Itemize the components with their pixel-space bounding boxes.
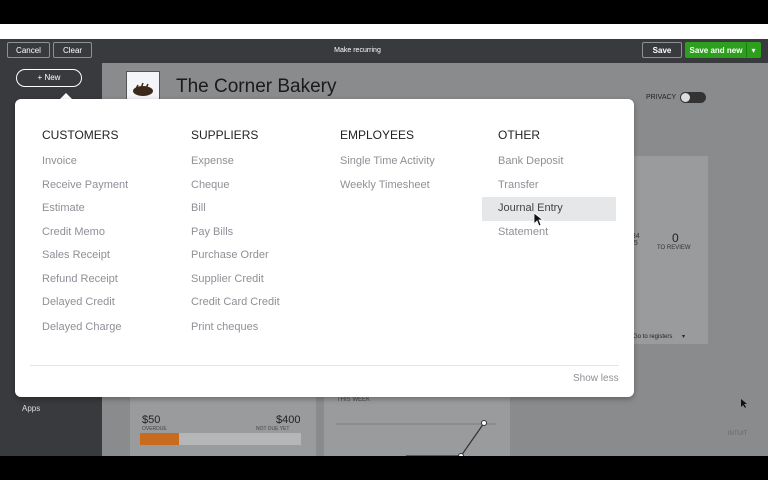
overdue-amount: $50 [142,414,161,426]
pointer-icon [741,399,747,408]
chevron-down-icon: ▾ [682,334,686,340]
menu-item-bank-deposit[interactable]: Bank Deposit [498,155,563,167]
menu-item-single-time-activity[interactable]: Single Time Activity [340,155,435,167]
save-options-chevron-down-icon[interactable]: ▾ [746,42,761,58]
menu-item-sales-receipt[interactable]: Sales Receipt [42,249,110,261]
column-heading-customers: CUSTOMERS [42,128,119,142]
privacy-label: PRIVACY [646,94,677,101]
form-toolbar: Cancel Clear Make recurring Save Save an… [0,39,768,63]
column-heading-suppliers: SUPPLIERS [191,128,259,142]
intuit-watermark: INTUIT [728,431,748,437]
menu-item-estimate[interactable]: Estimate [42,202,85,214]
go-to-registers-label: Go to registers [633,334,673,340]
menu-item-statement[interactable]: Statement [498,226,548,238]
not-due-label: NOT DUE YET [256,426,290,432]
privacy-toggle[interactable] [680,92,706,103]
new-button[interactable]: + New [16,69,82,87]
to-review-count: 0 [672,231,679,245]
menu-item-credit-memo[interactable]: Credit Memo [42,226,105,238]
column-heading-employees: EMPLOYEES [340,128,415,142]
not-due-amount: $400 [276,414,301,426]
overdue-label: OVERDUE [142,426,167,432]
menu-item-transfer[interactable]: Transfer [498,179,539,191]
menu-item-journal-entry[interactable]: Journal Entry [498,202,563,214]
profit-line-chart [336,420,496,456]
menu-item-receive-payment[interactable]: Receive Payment [42,179,128,191]
company-name: The Corner Bakery [176,76,337,97]
menu-item-cheque[interactable]: Cheque [191,179,230,191]
menu-item-print-cheques[interactable]: Print cheques [191,321,258,333]
menu-item-delayed-charge[interactable]: Delayed Charge [42,321,122,333]
menu-item-bill[interactable]: Bill [191,202,206,214]
menu-item-delayed-credit[interactable]: Delayed Credit [42,296,115,308]
menu-item-supplier-credit[interactable]: Supplier Credit [191,273,264,285]
to-review-label: TO REVIEW [657,245,691,251]
clear-button[interactable]: Clear [53,42,92,58]
chart-point [481,420,487,426]
sidebar-item-apps[interactable]: Apps [22,404,40,413]
go-to-registers-link[interactable]: Go to registers ▾ [633,333,685,340]
overdue-bar-fill [140,433,179,445]
menu-item-weekly-timesheet[interactable]: Weekly Timesheet [340,179,430,191]
show-less-link[interactable]: Show less [573,373,619,384]
chart-line [406,422,485,456]
save-button[interactable]: Save [642,42,682,58]
cancel-button[interactable]: Cancel [7,42,50,58]
new-menu-popup: CUSTOMERS Invoice Receive Payment Estima… [15,99,634,397]
menu-item-invoice[interactable]: Invoice [42,155,77,167]
column-heading-other: OTHER [498,128,540,142]
menu-item-credit-card-credit[interactable]: Credit Card Credit [191,296,280,308]
bottom-letterbox [0,456,768,480]
menu-item-refund-receipt[interactable]: Refund Receipt [42,273,118,285]
this-week-label: THIS WEEK [337,397,371,403]
save-and-new-button[interactable]: Save and new [685,42,747,58]
mouse-pointer-icon [534,213,544,227]
menu-item-purchase-order[interactable]: Purchase Order [191,249,269,261]
menu-item-pay-bills[interactable]: Pay Bills [191,226,233,238]
menu-divider [30,365,619,366]
browser-top-strip [0,24,768,39]
menu-item-expense[interactable]: Expense [191,155,234,167]
bread-icon [133,82,153,96]
invoices-progress-bar[interactable] [140,433,301,445]
toolbar-title: Make recurring [334,47,381,54]
